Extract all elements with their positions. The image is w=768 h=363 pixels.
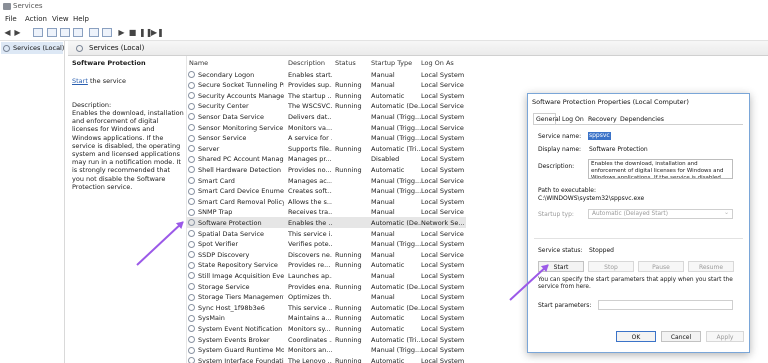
annotation-arrows [136, 221, 549, 301]
annotation-arrow-start-button [509, 264, 549, 301]
annotation-arrow-service [136, 221, 184, 266]
